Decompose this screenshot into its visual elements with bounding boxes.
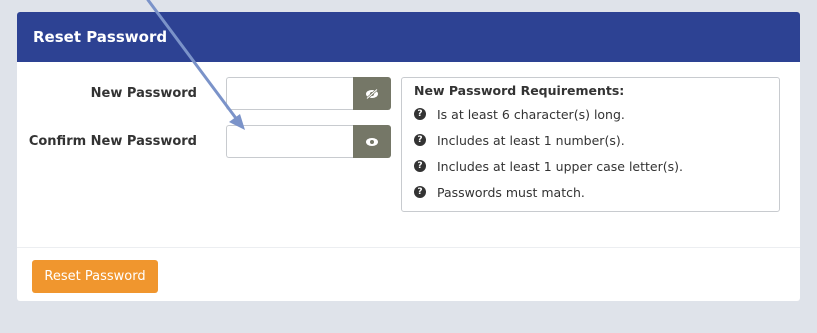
confirm-password-input[interactable] (226, 125, 353, 158)
eye-icon (365, 132, 379, 151)
confirm-password-visibility-toggle[interactable] (353, 125, 391, 158)
requirement-text: Includes at least 1 upper case letter(s)… (437, 158, 683, 174)
confirm-password-group (226, 125, 391, 158)
requirement-item: ? Includes at least 1 upper case letter(… (414, 153, 767, 179)
reset-password-button[interactable]: Reset Password (32, 260, 158, 293)
requirement-text: Passwords must match. (437, 184, 585, 200)
question-circle-icon: ? (414, 160, 426, 172)
requirement-text: Is at least 6 character(s) long. (437, 106, 625, 122)
eye-slash-icon (365, 84, 379, 103)
password-requirements-box: New Password Requirements: ? Is at least… (401, 77, 780, 212)
requirement-text: Includes at least 1 number(s). (437, 132, 625, 148)
confirm-password-label: Confirm New Password (28, 134, 197, 149)
panel-title: Reset Password (17, 12, 800, 62)
requirement-item: ? Passwords must match. (414, 179, 767, 205)
new-password-group (226, 77, 391, 110)
new-password-label: New Password (90, 86, 197, 101)
requirement-item: ? Is at least 6 character(s) long. (414, 101, 767, 127)
new-password-input[interactable] (226, 77, 353, 110)
footer-divider (17, 247, 800, 248)
requirements-title: New Password Requirements: (414, 83, 625, 98)
question-circle-icon: ? (414, 186, 426, 198)
question-circle-icon: ? (414, 134, 426, 146)
reset-password-panel: Reset Password New Password Confirm New … (17, 12, 800, 301)
new-password-visibility-toggle[interactable] (353, 77, 391, 110)
requirement-item: ? Includes at least 1 number(s). (414, 127, 767, 153)
question-circle-icon: ? (414, 108, 426, 120)
